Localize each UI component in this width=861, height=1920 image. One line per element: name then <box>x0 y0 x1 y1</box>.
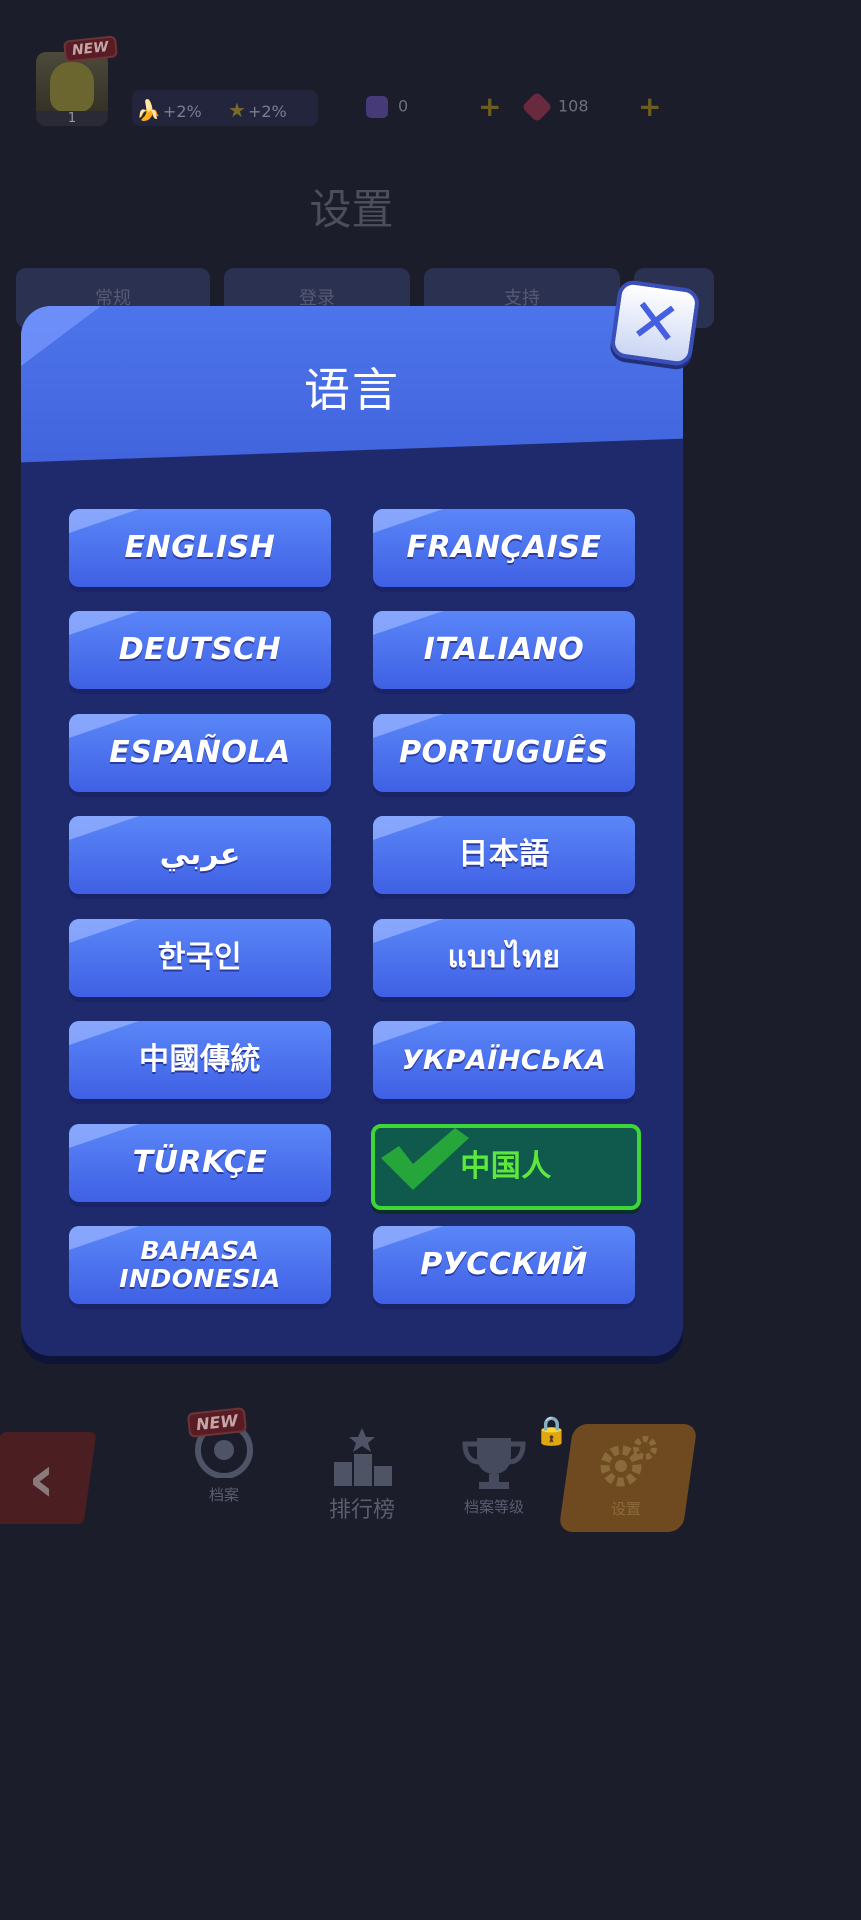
banana-boost: 🍌 +2% <box>136 98 202 122</box>
language-label: 中国人 <box>460 1149 552 1184</box>
back-arrow-icon: ‹ <box>28 1440 56 1517</box>
minion-avatar-image <box>50 62 94 112</box>
language-label: РУССКИЙ <box>420 1247 588 1282</box>
language-label: ENGLISH <box>124 530 276 565</box>
close-button[interactable]: ✕ <box>608 278 702 368</box>
language-label: УКРАЇНСЬКА <box>401 1044 607 1076</box>
language-label: 한국인 <box>157 940 243 975</box>
gem-counter: 108 <box>521 91 589 123</box>
language-button-english[interactable]: ENGLISH <box>69 509 331 587</box>
language-button-french[interactable]: FRANÇAISE <box>373 509 635 587</box>
star-icon: ★ <box>228 98 246 122</box>
lock-icon: 🔒 <box>534 1414 569 1447</box>
leaderboard-icon <box>334 1428 392 1486</box>
language-label: แบบไทย <box>447 940 561 975</box>
nav-leaderboard-label: 排行榜 <box>328 1498 395 1523</box>
language-label: عربي <box>159 837 241 872</box>
nav-profile-level-label: 档案等级 <box>463 1498 524 1516</box>
language-label: TÜRKÇE <box>132 1145 268 1180</box>
language-label: DEUTSCH <box>118 632 282 667</box>
language-button-simplified-chinese[interactable]: 中国人 <box>371 1124 641 1210</box>
checkmark-icon <box>381 1128 469 1190</box>
token-counter: 0 <box>366 96 408 118</box>
language-modal: 语言 ENGLISH FRANÇAISE DEUTSCH ITALIANO ES… <box>21 306 683 1356</box>
boost-panel: 🍌 +2% ★ +2% <box>132 90 318 126</box>
trophy-icon <box>462 1438 526 1489</box>
language-label: ESPAÑOLA <box>109 735 291 770</box>
nav-profile-label: 档案 <box>208 1486 239 1504</box>
avatar-level: 1 <box>36 111 108 126</box>
top-bar: 1 NEW 🍌 +2% ★ +2% 0 + 108 + <box>0 30 703 150</box>
language-button-japanese[interactable]: 日本語 <box>373 816 635 894</box>
language-button-russian[interactable]: РУССКИЙ <box>373 1226 635 1304</box>
red-gem-icon <box>521 91 553 123</box>
language-button-arabic[interactable]: عربي <box>69 816 331 894</box>
language-button-italian[interactable]: ITALIANO <box>373 611 635 689</box>
language-button-spanish[interactable]: ESPAÑOLA <box>69 714 331 792</box>
nav-settings-label: 设置 <box>610 1500 641 1518</box>
settings-title: 设置 <box>309 185 394 234</box>
language-button-ukrainian[interactable]: УКРАЇНСЬКА <box>373 1021 635 1099</box>
language-label: ITALIANO <box>423 632 585 667</box>
language-label-line1: BAHASA <box>140 1236 260 1265</box>
close-icon: ✕ <box>625 284 685 362</box>
add-tokens-button[interactable]: + <box>478 90 501 123</box>
modal-title: 语言 <box>304 363 400 417</box>
language-button-turkish[interactable]: TÜRKÇE <box>69 1124 331 1202</box>
player-avatar[interactable]: 1 <box>36 52 108 126</box>
language-button-traditional-chinese[interactable]: 中國傳統 <box>69 1021 331 1099</box>
language-label: PORTUGUÊS <box>399 735 609 770</box>
language-label: 中國傳統 <box>139 1042 261 1077</box>
star-boost: ★ +2% <box>228 98 287 122</box>
language-button-portuguese[interactable]: PORTUGUÊS <box>373 714 635 792</box>
nav-settings[interactable]: 设置 <box>576 1432 676 1519</box>
nav-leaderboard[interactable]: 排行榜 <box>312 1428 412 1524</box>
language-button-thai[interactable]: แบบไทย <box>373 919 635 997</box>
gear-icon <box>600 1436 657 1487</box>
language-label: 日本語 <box>458 837 550 872</box>
language-button-korean[interactable]: 한국인 <box>69 919 331 997</box>
language-button-german[interactable]: DEUTSCH <box>69 611 331 689</box>
banana-icon: 🍌 <box>136 98 161 122</box>
language-label-line2: INDONESIA <box>119 1264 281 1293</box>
language-label: FRANÇAISE <box>406 530 602 565</box>
token-gem-icon <box>366 96 388 118</box>
new-badge: NEW <box>62 35 118 63</box>
language-label: BAHASA INDONESIA <box>119 1237 280 1293</box>
nav-profile-level[interactable]: 档案等级 <box>446 1436 542 1517</box>
add-gems-button[interactable]: + <box>638 90 661 123</box>
language-button-indonesian[interactable]: BAHASA INDONESIA <box>69 1226 331 1304</box>
